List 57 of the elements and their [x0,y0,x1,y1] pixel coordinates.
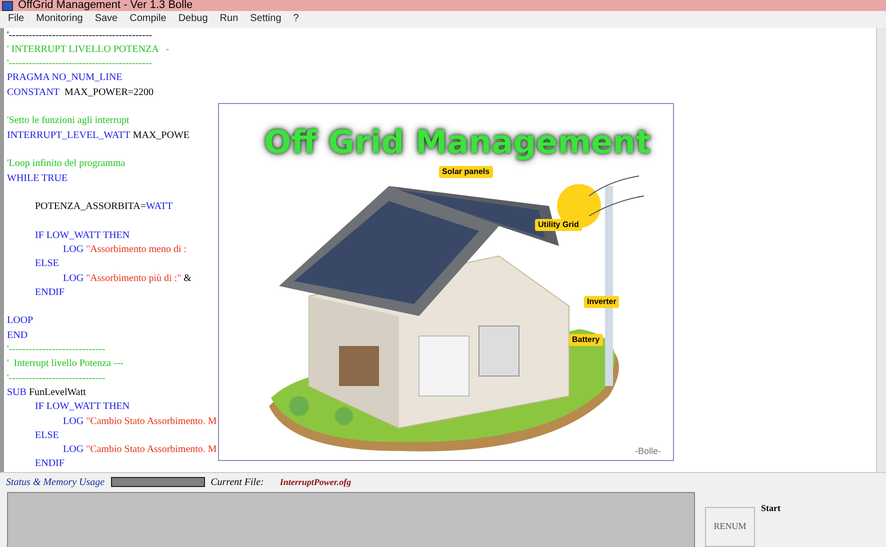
code-keyword: LOG [63,443,85,458]
code-keyword: IF LOW_WATT THEN [35,228,130,243]
menu-item[interactable]: Run [214,11,244,28]
code-comment: 'Setto le funzioni agli interrupt [7,114,130,128]
code-text: '------------------------------------------- [7,28,152,43]
code-keyword: IF LOW_WATT THEN [35,400,130,414]
current-file-label: Current File: [210,476,264,490]
code-comment: '----------------------------- [7,343,106,358]
splash-title: Off Grid Management [264,124,651,160]
menu-item[interactable]: Setting [245,11,286,28]
code-keyword: ENDIF [35,457,64,472]
code-keyword: LOG [63,272,85,286]
code-comment: ' Interrupt livello Potenza --- [7,357,124,372]
menu-item[interactable]: ? [288,11,304,28]
code-keyword: ENDIF [35,286,64,300]
code-string: "Assorbimento meno di : [86,242,187,257]
code-keyword: END [7,328,28,343]
code-text: & [182,272,192,286]
code-text: FunLevelWatt [28,386,86,400]
app-icon [2,1,13,12]
code-keyword: ELSE [35,428,59,443]
code-comment: ' INTERRUPT LIVELLO POTENZA - [7,42,170,57]
menu-item[interactable]: File [3,11,30,28]
start-label: Start [761,502,780,515]
code-keyword: WATT [146,200,173,214]
code-keyword: PRAGMA NO_NUM_LINE [7,71,122,86]
window-title: OffGrid Management - Ver 1.3 Bolle [18,0,193,12]
diagram-label: Solar panels [439,166,493,178]
code-keyword: INTERRUPT_LEVEL_WATT [7,128,130,143]
scrollbar[interactable] [876,28,886,472]
code-comment: 'Loop infinito del programma [7,157,126,172]
code-keyword: ELSE [35,257,59,272]
code-keyword: CONSTANT [7,86,60,100]
code-string: "Assorbimento più di :" [86,272,182,286]
diagram-label: Inverter [584,296,620,308]
diagram-label: Utility Grid [535,219,582,231]
code-comment: '----------------------------- [7,372,106,386]
diagram-label: Battery [569,334,603,346]
menu-item[interactable]: Compile [124,11,172,28]
code-string: "Cambio Stato Assorbimento. M [86,443,217,458]
code-text: MAX_POWER=2200 [64,86,154,100]
code-string: "Cambio Stato Assorbimento. M [86,414,217,429]
code-keyword: LOG [63,242,85,257]
code-text: MAX_POWE [132,128,190,143]
code-keyword: LOOP [7,314,34,328]
renum-button[interactable]: RENUM [705,507,755,547]
code-text: POTENZA_ASSORBITA= [35,200,146,214]
menu-item[interactable]: Monitoring [31,11,88,28]
current-file-name: InterruptPower.ofg [280,476,352,489]
code-comment: '------------------------------------------- [7,57,152,72]
code-keyword: LOG [63,414,85,429]
menu-item[interactable]: Save [90,11,123,28]
code-keyword: WHILE TRUE [7,172,68,186]
signature: -Bolle- [634,444,661,458]
status-label: Status & Memory Usage [6,476,105,490]
code-keyword: SUB [7,386,26,400]
menu-item[interactable]: Debug [173,11,213,28]
